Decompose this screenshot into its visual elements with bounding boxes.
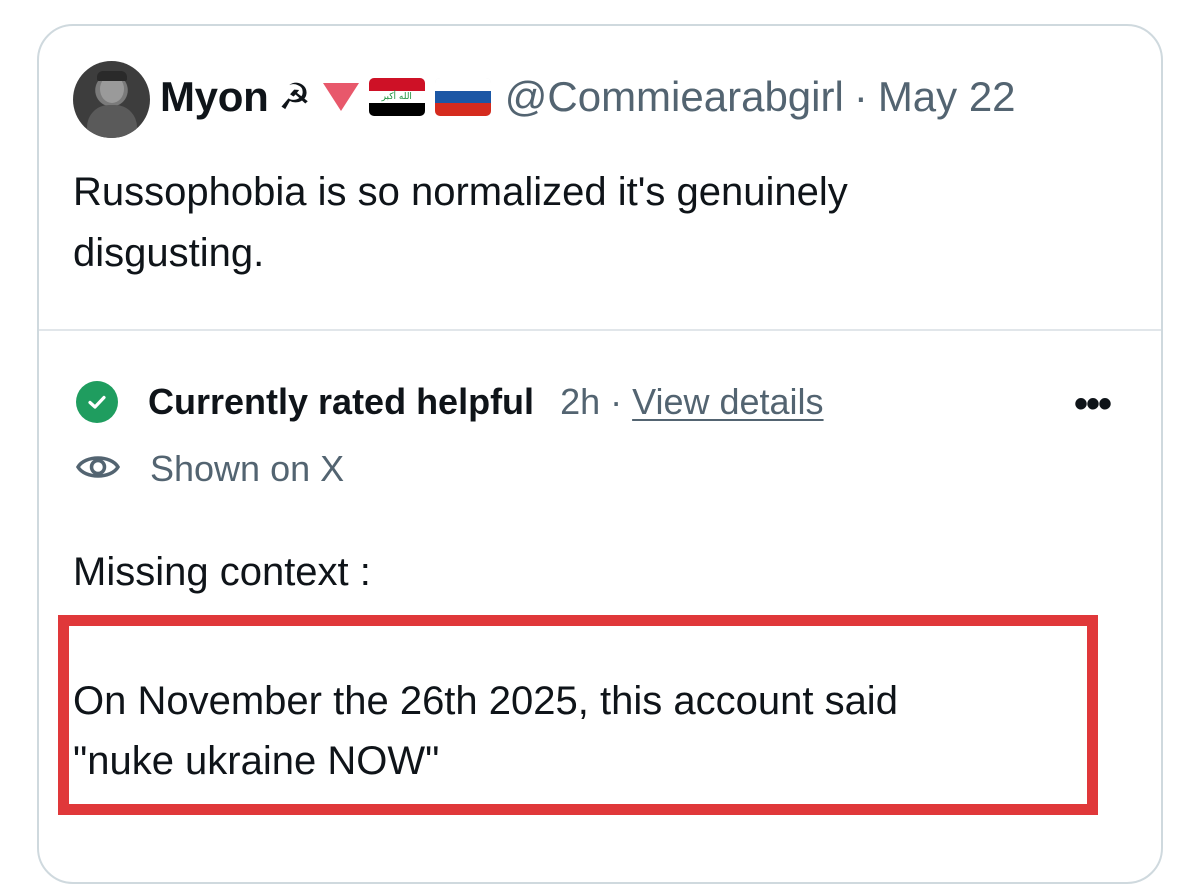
note-text: On November the 26th 2025, this account … bbox=[73, 671, 1093, 791]
russia-flag-emoji bbox=[434, 78, 491, 116]
tweet-text: Russophobia is so normalized it's genuin… bbox=[73, 162, 1123, 284]
iraq-flag-emoji: الله أكبر bbox=[368, 78, 425, 116]
shown-on-row: Shown on X bbox=[75, 446, 345, 492]
avatar[interactable] bbox=[73, 61, 150, 138]
note-status-row: Currently rated helpful 2h · View detail… bbox=[76, 378, 824, 426]
pink-triangle-emoji bbox=[322, 83, 359, 111]
note-text-line: "nuke ukraine NOW" bbox=[73, 739, 440, 783]
check-circle-icon bbox=[76, 381, 118, 423]
more-horizontal-icon[interactable]: ••• bbox=[1074, 382, 1112, 427]
tweet-date[interactable]: May 22 bbox=[878, 73, 1016, 121]
status-separator: · bbox=[610, 381, 623, 422]
tweet-header: Myon ☭ الله أكبر @Commiearabgirl · May 2… bbox=[160, 72, 1016, 122]
tweet-text-line: Russophobia is so normalized it's genuin… bbox=[73, 170, 848, 214]
note-text-line: On November the 26th 2025, this account … bbox=[73, 679, 898, 723]
eye-icon bbox=[75, 451, 121, 488]
hammer-sickle-emoji: ☭ bbox=[278, 76, 311, 117]
note-age: 2h bbox=[560, 381, 601, 422]
shown-on-label: Shown on X bbox=[150, 448, 345, 489]
header-separator: · bbox=[853, 73, 868, 120]
display-name[interactable]: Myon bbox=[160, 73, 269, 121]
note-status-label: Currently rated helpful bbox=[148, 381, 535, 422]
divider bbox=[39, 329, 1161, 331]
note-heading: Missing context : bbox=[73, 550, 371, 594]
view-details-link[interactable]: View details bbox=[632, 381, 823, 423]
user-handle[interactable]: @Commiearabgirl bbox=[505, 73, 844, 121]
tweet-text-line: disgusting. bbox=[73, 231, 265, 275]
flag-script: الله أكبر bbox=[368, 90, 425, 104]
